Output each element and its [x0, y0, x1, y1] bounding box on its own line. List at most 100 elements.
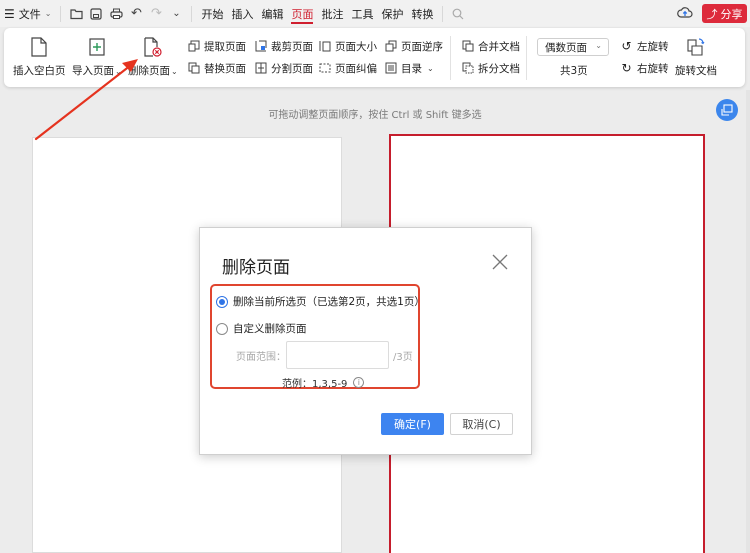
- redo-icon[interactable]: ↷: [146, 0, 166, 27]
- delete-page-icon: [142, 36, 164, 58]
- page-filter-select[interactable]: 偶数页面 ⌄: [537, 38, 609, 56]
- import-page-icon: [86, 36, 108, 58]
- tab-home[interactable]: 开始: [197, 0, 227, 27]
- radio-current[interactable]: [216, 295, 228, 308]
- option-delete-current-label: 删除当前所选页（已选第2页，共选1页）: [233, 296, 425, 308]
- reverse-order-button[interactable]: 页面逆序: [384, 38, 443, 54]
- rotate-doc-label: 旋转文档: [675, 65, 717, 77]
- rotate-right-label: 右旋转: [637, 62, 669, 75]
- insert-blank-page-button[interactable]: 插入空白页: [13, 36, 66, 78]
- split-docs-label: 拆分文档: [478, 62, 520, 75]
- import-page-button[interactable]: 导入页面⌄: [72, 36, 122, 78]
- split-page-icon: [254, 62, 267, 75]
- confirm-button[interactable]: 确定(F): [381, 413, 444, 435]
- split-docs-icon: [461, 62, 474, 75]
- undo-icon[interactable]: ↶: [126, 0, 146, 27]
- page-count: 共3页: [560, 65, 588, 77]
- chevron-down-icon: ⌄: [115, 67, 122, 76]
- dialog-title: 删除页面: [222, 258, 290, 278]
- tab-tools[interactable]: 工具: [347, 0, 377, 27]
- divider: [60, 5, 62, 22]
- chevron-down-icon: ⌄: [427, 63, 434, 73]
- tab-protect[interactable]: 保护: [377, 0, 407, 27]
- share-button[interactable]: ⤴ 分享: [702, 4, 747, 23]
- tab-insert[interactable]: 插入: [227, 0, 257, 27]
- search-icon[interactable]: [448, 0, 468, 27]
- tab-annotate[interactable]: 批注: [317, 0, 347, 27]
- rotate-left-icon: ↺: [621, 39, 632, 53]
- reverse-order-icon: [384, 40, 397, 53]
- close-icon: [492, 254, 508, 270]
- extract-page-label: 提取页面: [204, 40, 246, 53]
- split-page-label: 分割页面: [271, 62, 313, 75]
- more-chevron-icon[interactable]: ⌄: [166, 0, 186, 27]
- toc-icon: [384, 62, 397, 75]
- option-custom-delete-label: 自定义删除页面: [233, 323, 307, 335]
- delete-page-button[interactable]: 删除页面⌄: [128, 36, 178, 78]
- page-size-icon: [318, 40, 331, 53]
- option-delete-current[interactable]: 删除当前所选页（已选第2页，共选1页）: [216, 294, 425, 309]
- divider: [191, 5, 193, 22]
- page-manage-icon: [721, 104, 733, 116]
- chevron-down-icon: ⌄: [44, 9, 52, 18]
- replace-page-icon: [187, 62, 200, 75]
- split-page-button[interactable]: 分割页面: [254, 60, 313, 76]
- radio-custom[interactable]: [216, 322, 228, 335]
- page-deskew-button[interactable]: 页面纠偏: [318, 60, 377, 76]
- rotate-left-label: 左旋转: [637, 40, 669, 53]
- page-manage-float-button[interactable]: [716, 99, 738, 121]
- page-size-button[interactable]: 页面大小: [318, 38, 377, 54]
- share-icon: ⤴: [706, 7, 718, 21]
- page-range-label: 页面范围：: [236, 352, 286, 363]
- rotate-doc-button[interactable]: 旋转文档: [675, 36, 717, 78]
- drag-hint: 可拖动调整页面顺序，按住 Ctrl 或 Shift 键多选: [268, 110, 482, 121]
- insert-blank-page-label: 插入空白页: [13, 65, 66, 77]
- open-folder-icon[interactable]: [66, 0, 86, 27]
- rotate-right-button[interactable]: ↻ 右旋转: [620, 60, 669, 76]
- scrollbar[interactable]: [746, 90, 750, 553]
- extract-page-button[interactable]: 提取页面: [187, 38, 246, 54]
- delete-page-dialog: 删除页面 删除当前所选页（已选第2页，共选1页） 自定义删除页面 页面范围： /…: [199, 227, 532, 455]
- rotate-doc-icon: [685, 36, 707, 58]
- crop-page-button[interactable]: 裁剪页面: [254, 38, 313, 54]
- chevron-down-icon: ⌄: [171, 67, 178, 76]
- divider: [450, 36, 451, 80]
- import-page-label: 导入页面: [72, 65, 114, 77]
- tab-convert[interactable]: 转换: [407, 0, 437, 27]
- extract-page-icon: [187, 40, 200, 53]
- page-deskew-icon: [318, 62, 331, 75]
- divider: [442, 5, 444, 22]
- menu-bar: ☰ 文件 ⌄ ↶ ↷ ⌄ 开始 插入 编辑 页面 批注 工具 保护 转换 ⤴ 分…: [0, 0, 750, 27]
- hamburger-icon: ☰: [4, 6, 15, 21]
- rotate-right-icon: ↻: [621, 61, 632, 75]
- tab-page[interactable]: 页面: [287, 0, 317, 27]
- page-total-suffix: /3页: [393, 352, 413, 363]
- close-button[interactable]: [491, 253, 509, 271]
- toc-label: 目录: [401, 62, 422, 75]
- replace-page-button[interactable]: 替换页面: [187, 60, 246, 76]
- split-docs-button[interactable]: 拆分文档: [461, 60, 520, 76]
- cloud-upload-icon[interactable]: [677, 5, 693, 21]
- file-menu-label: 文件: [18, 7, 41, 21]
- toc-button[interactable]: 目录 ⌄: [384, 60, 434, 76]
- range-example-text: 范例：1,3,5-9: [282, 379, 348, 390]
- page-size-label: 页面大小: [335, 40, 377, 53]
- crop-page-label: 裁剪页面: [271, 40, 313, 53]
- reverse-order-label: 页面逆序: [401, 40, 443, 53]
- page-filter-value: 偶数页面: [545, 41, 587, 54]
- blank-page-icon: [28, 36, 50, 58]
- merge-docs-button[interactable]: 合并文档: [461, 38, 520, 54]
- divider: [526, 36, 527, 80]
- tab-edit[interactable]: 编辑: [257, 0, 287, 27]
- print-icon[interactable]: [106, 0, 126, 27]
- page-range-input[interactable]: [286, 341, 389, 369]
- file-menu[interactable]: ☰ 文件 ⌄: [0, 0, 55, 27]
- rotate-left-button[interactable]: ↺ 左旋转: [620, 38, 669, 54]
- save-icon[interactable]: [86, 0, 106, 27]
- ribbon-toolbar: 插入空白页 导入页面⌄ 删除页面⌄ 提取页面 替换页面 裁剪页面 分割页面 页面…: [4, 28, 745, 87]
- cancel-button[interactable]: 取消(C): [450, 413, 513, 435]
- share-label: 分享: [720, 7, 743, 21]
- info-icon[interactable]: i: [353, 377, 365, 388]
- option-custom-delete[interactable]: 自定义删除页面: [216, 321, 307, 336]
- replace-page-label: 替换页面: [204, 62, 246, 75]
